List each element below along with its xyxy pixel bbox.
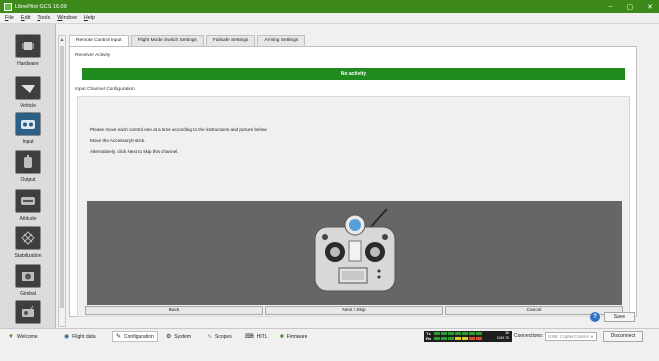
sidebar-item-label: Hardware bbox=[17, 61, 39, 67]
menu-window[interactable]: Window bbox=[57, 15, 77, 21]
sidebar-item-label: Stabilization bbox=[14, 253, 42, 259]
tab-label: Welcome bbox=[16, 333, 38, 340]
help-button[interactable]: ? bbox=[590, 312, 600, 322]
tab-flight-data[interactable]: ◉ Flight data bbox=[64, 331, 96, 342]
scrollbar-thumb[interactable] bbox=[60, 46, 64, 308]
menu-file[interactable]: File bbox=[5, 15, 14, 21]
close-button[interactable]: ✕ bbox=[647, 3, 653, 11]
instruction-text: Move the Accessory0 stick. bbox=[90, 138, 146, 143]
telemetry-monitor: Tx Rx 36 1159.75 bbox=[424, 331, 512, 342]
sidebar-item-hardware[interactable]: Hardware bbox=[0, 34, 56, 67]
tab-content: Receiver Activity No activity Input Chan… bbox=[69, 46, 637, 317]
config-sidebar: Hardware Vehicle Input Output Attitude S… bbox=[0, 24, 56, 328]
tab-label: Configuration bbox=[124, 333, 154, 340]
back-button[interactable]: Back bbox=[85, 306, 263, 315]
tab-firmware[interactable]: ■ Firmware bbox=[280, 331, 307, 342]
receiver-status-bar: No activity bbox=[82, 68, 625, 80]
save-button[interactable]: Save bbox=[604, 312, 635, 322]
sidebar-item-label: Gimbal bbox=[20, 291, 36, 297]
tab-scopes[interactable]: ∿ Scopes bbox=[207, 331, 232, 342]
tx-bars bbox=[434, 332, 482, 335]
tx-value: 36 bbox=[505, 331, 509, 335]
mode-bar: ▼ Welcome ◉ Flight data ✎ Configuration … bbox=[0, 328, 659, 343]
connections-label: Connections: bbox=[514, 333, 544, 339]
tab-label: Flight data bbox=[72, 333, 96, 340]
firmware-icon: ■ bbox=[280, 333, 284, 340]
hitl-icon: ⌨ bbox=[245, 334, 254, 340]
stabilization-icon bbox=[15, 226, 41, 250]
tab-configuration[interactable]: ✎ Configuration bbox=[112, 331, 158, 342]
tab-label: Firmware bbox=[286, 333, 308, 340]
output-motor-icon bbox=[15, 150, 41, 174]
sidebar-item-label: Input bbox=[22, 139, 34, 145]
radio-device-icon bbox=[15, 300, 41, 324]
sidebar-scrollbar[interactable]: ▲ bbox=[58, 35, 66, 327]
configuration-icon: ✎ bbox=[116, 334, 122, 340]
tab-flight-mode-switch[interactable]: Flight Mode Switch Settings bbox=[130, 35, 204, 46]
sidebar-item-label: Vehicle bbox=[19, 103, 37, 109]
input-config-label: Input Channel Configuration bbox=[75, 87, 135, 92]
next-skip-button[interactable]: Next / Skip bbox=[265, 306, 443, 315]
flight-data-icon: ◉ bbox=[64, 334, 70, 340]
disconnect-button[interactable]: Disconnect bbox=[603, 331, 643, 342]
receiver-activity-label: Receiver Activity bbox=[75, 53, 111, 58]
sidebar-item-gimbal[interactable]: Gimbal bbox=[0, 264, 56, 297]
window-controls: – ▢ ✕ bbox=[609, 0, 653, 13]
sidebar-item-more[interactable] bbox=[0, 300, 56, 324]
scopes-icon: ∿ bbox=[207, 334, 213, 340]
sidebar-item-input[interactable]: Input bbox=[0, 112, 56, 145]
system-icon: ⚙ bbox=[166, 334, 172, 340]
tab-arming-settings[interactable]: Arming Settings bbox=[257, 35, 306, 46]
window-title: LibrePilot GCS 16.09 bbox=[15, 3, 67, 10]
tab-label: System bbox=[174, 333, 192, 340]
chevron-down-icon: ▼ bbox=[590, 334, 594, 339]
maximize-button[interactable]: ▢ bbox=[627, 3, 634, 11]
hardware-chip-icon bbox=[15, 34, 41, 58]
tab-hitl[interactable]: ⌨ HITL bbox=[245, 331, 268, 342]
rx-value: 1159.75 bbox=[496, 336, 509, 340]
gimbal-camera-icon bbox=[15, 264, 41, 288]
sidebar-item-output[interactable]: Output bbox=[0, 150, 56, 183]
transmitter-icon bbox=[314, 208, 396, 292]
connection-selected: USB: CopterControl bbox=[548, 334, 589, 339]
menu-tools[interactable]: Tools bbox=[37, 15, 50, 21]
sidebar-item-vehicle[interactable]: Vehicle bbox=[0, 76, 56, 109]
input-transmitter-icon bbox=[15, 112, 41, 136]
sidebar-item-label: Attitude bbox=[19, 216, 37, 222]
menu-edit[interactable]: Edit bbox=[21, 15, 30, 21]
menu-bar: File Edit Tools Window Help bbox=[0, 13, 659, 24]
sidebar-item-label: Output bbox=[20, 177, 36, 183]
input-tabs: Remote Control Input Flight Mode Switch … bbox=[69, 35, 307, 46]
wizard-box: Please move each control one at a time a… bbox=[77, 96, 630, 317]
instruction-text: Please move each control one at a time a… bbox=[90, 127, 268, 132]
welcome-icon: ▼ bbox=[8, 333, 14, 340]
scroll-up-icon[interactable]: ▲ bbox=[59, 36, 65, 44]
tab-welcome[interactable]: ▼ Welcome bbox=[8, 331, 38, 342]
app-logo-icon bbox=[4, 2, 12, 11]
transmitter-illustration bbox=[87, 201, 622, 305]
rx-bars bbox=[434, 337, 482, 340]
sidebar-item-stabilization[interactable]: Stabilization bbox=[0, 226, 56, 259]
tab-remote-control-input[interactable]: Remote Control Input bbox=[69, 35, 129, 46]
minimize-button[interactable]: – bbox=[609, 3, 613, 10]
tab-failsafe-settings[interactable]: Failsafe Settings bbox=[205, 35, 256, 46]
connection-select[interactable]: USB: CopterControl ▼ bbox=[545, 332, 597, 341]
vehicle-icon bbox=[15, 76, 41, 100]
tab-label: HITL bbox=[256, 333, 268, 340]
tab-label: Scopes bbox=[215, 333, 232, 340]
instruction-text: Alternatively, click Next to skip this c… bbox=[90, 149, 179, 154]
main-panel: Remote Control Input Flight Mode Switch … bbox=[69, 35, 637, 317]
attitude-icon bbox=[15, 189, 41, 213]
title-bar: LibrePilot GCS 16.09 – ▢ ✕ bbox=[0, 0, 659, 13]
sidebar-item-attitude[interactable]: Attitude bbox=[0, 189, 56, 222]
tab-system[interactable]: ⚙ System bbox=[166, 331, 191, 342]
menu-help[interactable]: Help bbox=[84, 15, 95, 21]
rx-label: Rx bbox=[426, 336, 432, 341]
